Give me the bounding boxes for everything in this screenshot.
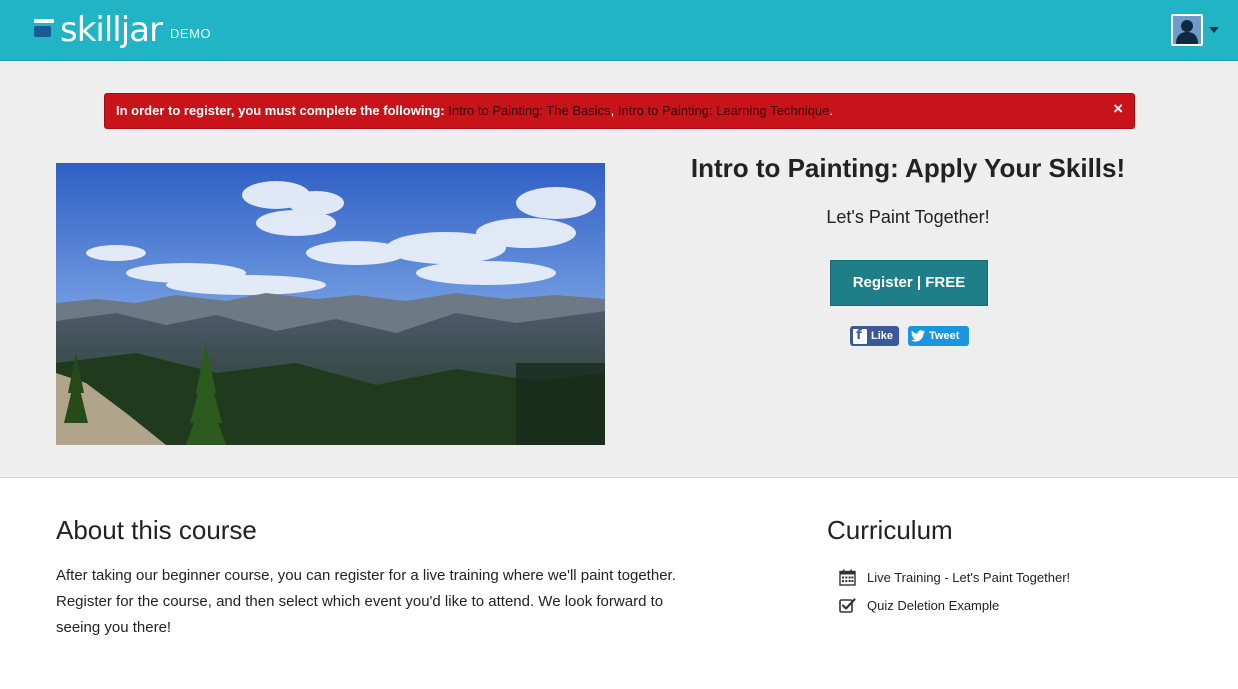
- course-subtitle: Let's Paint Together!: [826, 207, 990, 227]
- course-title: Intro to Painting: Apply Your Skills!: [690, 153, 1126, 183]
- user-silhouette-icon: [1173, 16, 1201, 44]
- curriculum-item-live-training[interactable]: Live Training - Let's Paint Together!: [838, 563, 1070, 591]
- curriculum-item-label: Quiz Deletion Example: [867, 597, 1000, 613]
- curriculum-item-label: Live Training - Let's Paint Together!: [867, 569, 1071, 585]
- facebook-like-button[interactable]: f Like: [850, 326, 899, 346]
- user-menu[interactable]: [1171, 14, 1219, 46]
- curriculum-heading: Curriculum: [827, 515, 953, 545]
- logo-mark-icon: [34, 19, 56, 41]
- curriculum-item-quiz[interactable]: Quiz Deletion Example: [838, 591, 1070, 619]
- chevron-down-icon[interactable]: [1209, 27, 1219, 33]
- register-button[interactable]: Register | FREE: [830, 260, 988, 306]
- mountain-landscape-image: [56, 163, 605, 445]
- twitter-bird-icon: [911, 330, 925, 342]
- alert-trailing: .: [829, 103, 834, 118]
- skilljar-logo[interactable]: skilljar DEMO: [34, 10, 211, 50]
- curriculum-list: Live Training - Let's Paint Together! Qu…: [838, 563, 1070, 619]
- logo-text: skilljar: [60, 10, 163, 50]
- calendar-icon: [838, 568, 856, 586]
- facebook-icon: f: [853, 328, 867, 344]
- course-hero: In order to register, you must complete …: [0, 61, 1238, 478]
- social-share-buttons: f Like Tweet: [850, 326, 969, 346]
- twitter-tweet-label: Tweet: [929, 330, 960, 342]
- twitter-tweet-button[interactable]: Tweet: [908, 326, 969, 346]
- checkbox-icon: [838, 596, 856, 614]
- about-heading: About this course: [56, 515, 257, 545]
- facebook-like-label: Like: [870, 330, 893, 342]
- logo-suffix: DEMO: [170, 26, 212, 41]
- top-navigation-bar: skilljar DEMO: [0, 0, 1238, 61]
- alert-separator: ,: [610, 103, 618, 118]
- prerequisite-link-basics[interactable]: Intro to Painting: The Basics: [448, 103, 610, 118]
- alert-message: In order to register, you must complete …: [116, 103, 449, 118]
- avatar[interactable]: [1171, 14, 1203, 46]
- prerequisite-alert: In order to register, you must complete …: [104, 93, 1135, 129]
- about-description: After taking our beginner course, you ca…: [56, 567, 676, 636]
- close-icon[interactable]: ×: [1113, 94, 1123, 124]
- course-image: [56, 163, 605, 445]
- prerequisite-link-technique[interactable]: Intro to Painting: Learning Technique: [618, 103, 830, 118]
